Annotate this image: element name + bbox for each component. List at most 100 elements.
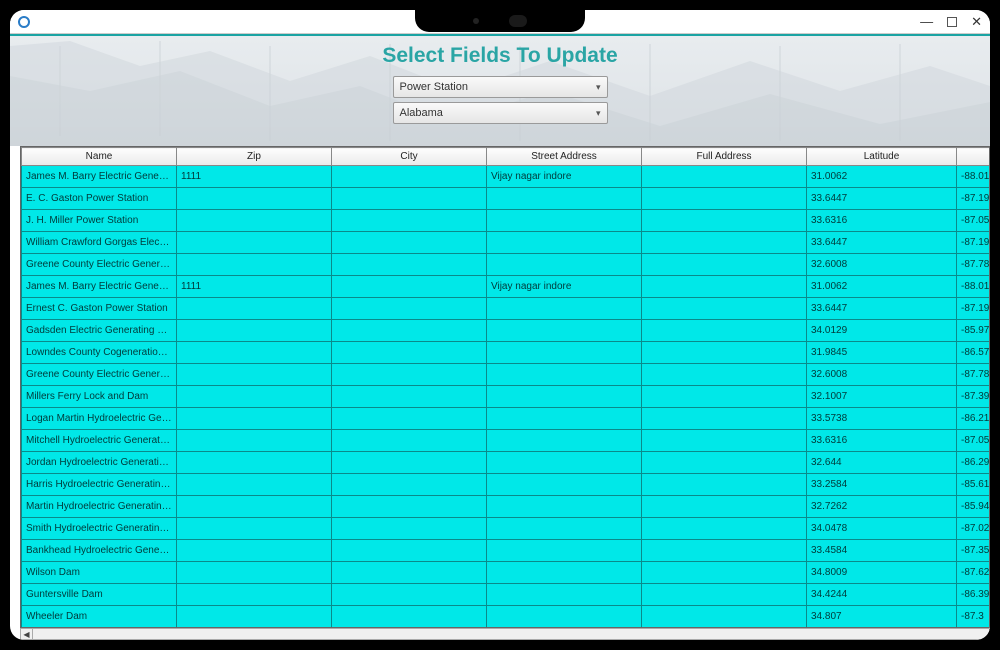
cell-zip[interactable] <box>177 452 332 474</box>
cell-city[interactable] <box>332 298 487 320</box>
table-row[interactable]: E. C. Gaston Power Station 33.6447-87.199 <box>22 188 991 210</box>
cell-name[interactable]: William Crawford Gorgas Electric G… <box>22 232 177 254</box>
table-row[interactable]: William Crawford Gorgas Electric G…33.64… <box>22 232 991 254</box>
cell-street[interactable] <box>487 474 642 496</box>
cell-full[interactable] <box>642 562 807 584</box>
table-row[interactable]: Mitchell Hydroelectric Generating … 33.63… <box>22 430 991 452</box>
cell-city[interactable] <box>332 386 487 408</box>
cell-street[interactable] <box>487 210 642 232</box>
col-header-city[interactable]: City <box>332 148 487 166</box>
cell-name[interactable]: Wilson Dam <box>22 562 177 584</box>
cell-street[interactable] <box>487 496 642 518</box>
cell-city[interactable] <box>332 430 487 452</box>
cell-name[interactable]: Mitchell Hydroelectric Generating … <box>22 430 177 452</box>
table-row[interactable]: Wilson Dam34.8009-87.6259 <box>22 562 991 584</box>
cell-street[interactable] <box>487 562 642 584</box>
cell-lat[interactable]: 34.807 <box>807 606 957 628</box>
cell-city[interactable] <box>332 496 487 518</box>
cell-ext[interactable]: -87.7846 <box>957 254 991 276</box>
cell-ext[interactable]: -87.199 <box>957 188 991 210</box>
cell-zip[interactable] <box>177 430 332 452</box>
cell-name[interactable]: James M. Barry Electric Generatin… <box>22 166 177 188</box>
col-header-name[interactable]: Name <box>22 148 177 166</box>
cell-lat[interactable]: 32.1007 <box>807 386 957 408</box>
cell-zip[interactable] <box>177 342 332 364</box>
cell-name[interactable]: Bankhead Hydroelectric Generatin… <box>22 540 177 562</box>
cell-ext[interactable]: -86.3922 <box>957 584 991 606</box>
region-dropdown[interactable]: Alabama ▾ <box>393 102 608 124</box>
cell-name[interactable]: Jordan Hydroelectric Generating P… <box>22 452 177 474</box>
table-row[interactable]: Harris Hydroelectric Generating Plant33.… <box>22 474 991 496</box>
cell-zip[interactable] <box>177 254 332 276</box>
cell-lat[interactable]: 33.6447 <box>807 188 957 210</box>
cell-city[interactable] <box>332 166 487 188</box>
cell-city[interactable] <box>332 364 487 386</box>
cell-city[interactable] <box>332 606 487 628</box>
cell-lat[interactable]: 34.0478 <box>807 518 957 540</box>
cell-street[interactable] <box>487 540 642 562</box>
cell-full[interactable] <box>642 474 807 496</box>
cell-city[interactable] <box>332 518 487 540</box>
cell-name[interactable]: Millers Ferry Lock and Dam <box>22 386 177 408</box>
cell-full[interactable] <box>642 430 807 452</box>
cell-ext[interactable]: -87.3 <box>957 606 991 628</box>
cell-zip[interactable] <box>177 364 332 386</box>
cell-street[interactable] <box>487 408 642 430</box>
cell-lat[interactable]: 31.0062 <box>807 166 957 188</box>
cell-name[interactable]: Gadsden Electric Generating Plant <box>22 320 177 342</box>
cell-ext[interactable]: -87.199 <box>957 232 991 254</box>
col-header-full[interactable]: Full Address <box>642 148 807 166</box>
cell-lat[interactable]: 33.2584 <box>807 474 957 496</box>
cell-street[interactable] <box>487 430 642 452</box>
cell-ext[interactable]: -88.0113 <box>957 276 991 298</box>
cell-street[interactable] <box>487 606 642 628</box>
cell-full[interactable] <box>642 342 807 364</box>
cell-ext[interactable]: -87.3564 <box>957 540 991 562</box>
maximize-button[interactable] <box>947 17 957 27</box>
cell-city[interactable] <box>332 342 487 364</box>
cell-street[interactable] <box>487 232 642 254</box>
cell-name[interactable]: E. C. Gaston Power Station <box>22 188 177 210</box>
cell-city[interactable] <box>332 562 487 584</box>
cell-zip[interactable] <box>177 298 332 320</box>
cell-lat[interactable]: 31.9845 <box>807 342 957 364</box>
cell-name[interactable]: Ernest C. Gaston Power Station <box>22 298 177 320</box>
cell-street[interactable] <box>487 254 642 276</box>
cell-full[interactable] <box>642 386 807 408</box>
cell-full[interactable] <box>642 518 807 540</box>
cell-zip[interactable] <box>177 540 332 562</box>
cell-street[interactable] <box>487 342 642 364</box>
cell-street[interactable] <box>487 298 642 320</box>
cell-ext[interactable]: -87.7846 <box>957 364 991 386</box>
cell-lat[interactable]: 34.4244 <box>807 584 957 606</box>
cell-lat[interactable]: 32.644 <box>807 452 957 474</box>
cell-zip[interactable] <box>177 606 332 628</box>
cell-lat[interactable]: 33.6447 <box>807 298 957 320</box>
cell-ext[interactable]: -87.6259 <box>957 562 991 584</box>
cell-full[interactable] <box>642 320 807 342</box>
cell-zip[interactable] <box>177 474 332 496</box>
cell-street[interactable] <box>487 364 642 386</box>
cell-name[interactable]: Greene County Electric Generatin… <box>22 254 177 276</box>
cell-full[interactable] <box>642 452 807 474</box>
cell-ext[interactable]: -85.6156 <box>957 474 991 496</box>
table-row[interactable]: Smith Hydroelectric Generating Plant34.0… <box>22 518 991 540</box>
cell-zip[interactable] <box>177 386 332 408</box>
cell-street[interactable] <box>487 584 642 606</box>
table-row[interactable]: James M. Barry Electric Generatin…1111Vi… <box>22 276 991 298</box>
cell-zip[interactable] <box>177 232 332 254</box>
cell-lat[interactable]: 33.6316 <box>807 210 957 232</box>
cell-zip[interactable]: 1111 <box>177 166 332 188</box>
cell-lat[interactable]: 34.0129 <box>807 320 957 342</box>
cell-city[interactable] <box>332 254 487 276</box>
cell-full[interactable] <box>642 364 807 386</box>
cell-ext[interactable]: -87.0582 <box>957 430 991 452</box>
cell-full[interactable] <box>642 232 807 254</box>
table-row[interactable]: Greene County Electric Generatin…32.6008… <box>22 254 991 276</box>
cell-street[interactable]: Vijay nagar indore <box>487 276 642 298</box>
cell-lat[interactable]: 33.6316 <box>807 430 957 452</box>
minimize-button[interactable]: — <box>920 15 933 28</box>
cell-ext[interactable]: -88.0113 <box>957 166 991 188</box>
table-row[interactable]: Jordan Hydroelectric Generating P… 32.644… <box>22 452 991 474</box>
cell-zip[interactable] <box>177 518 332 540</box>
